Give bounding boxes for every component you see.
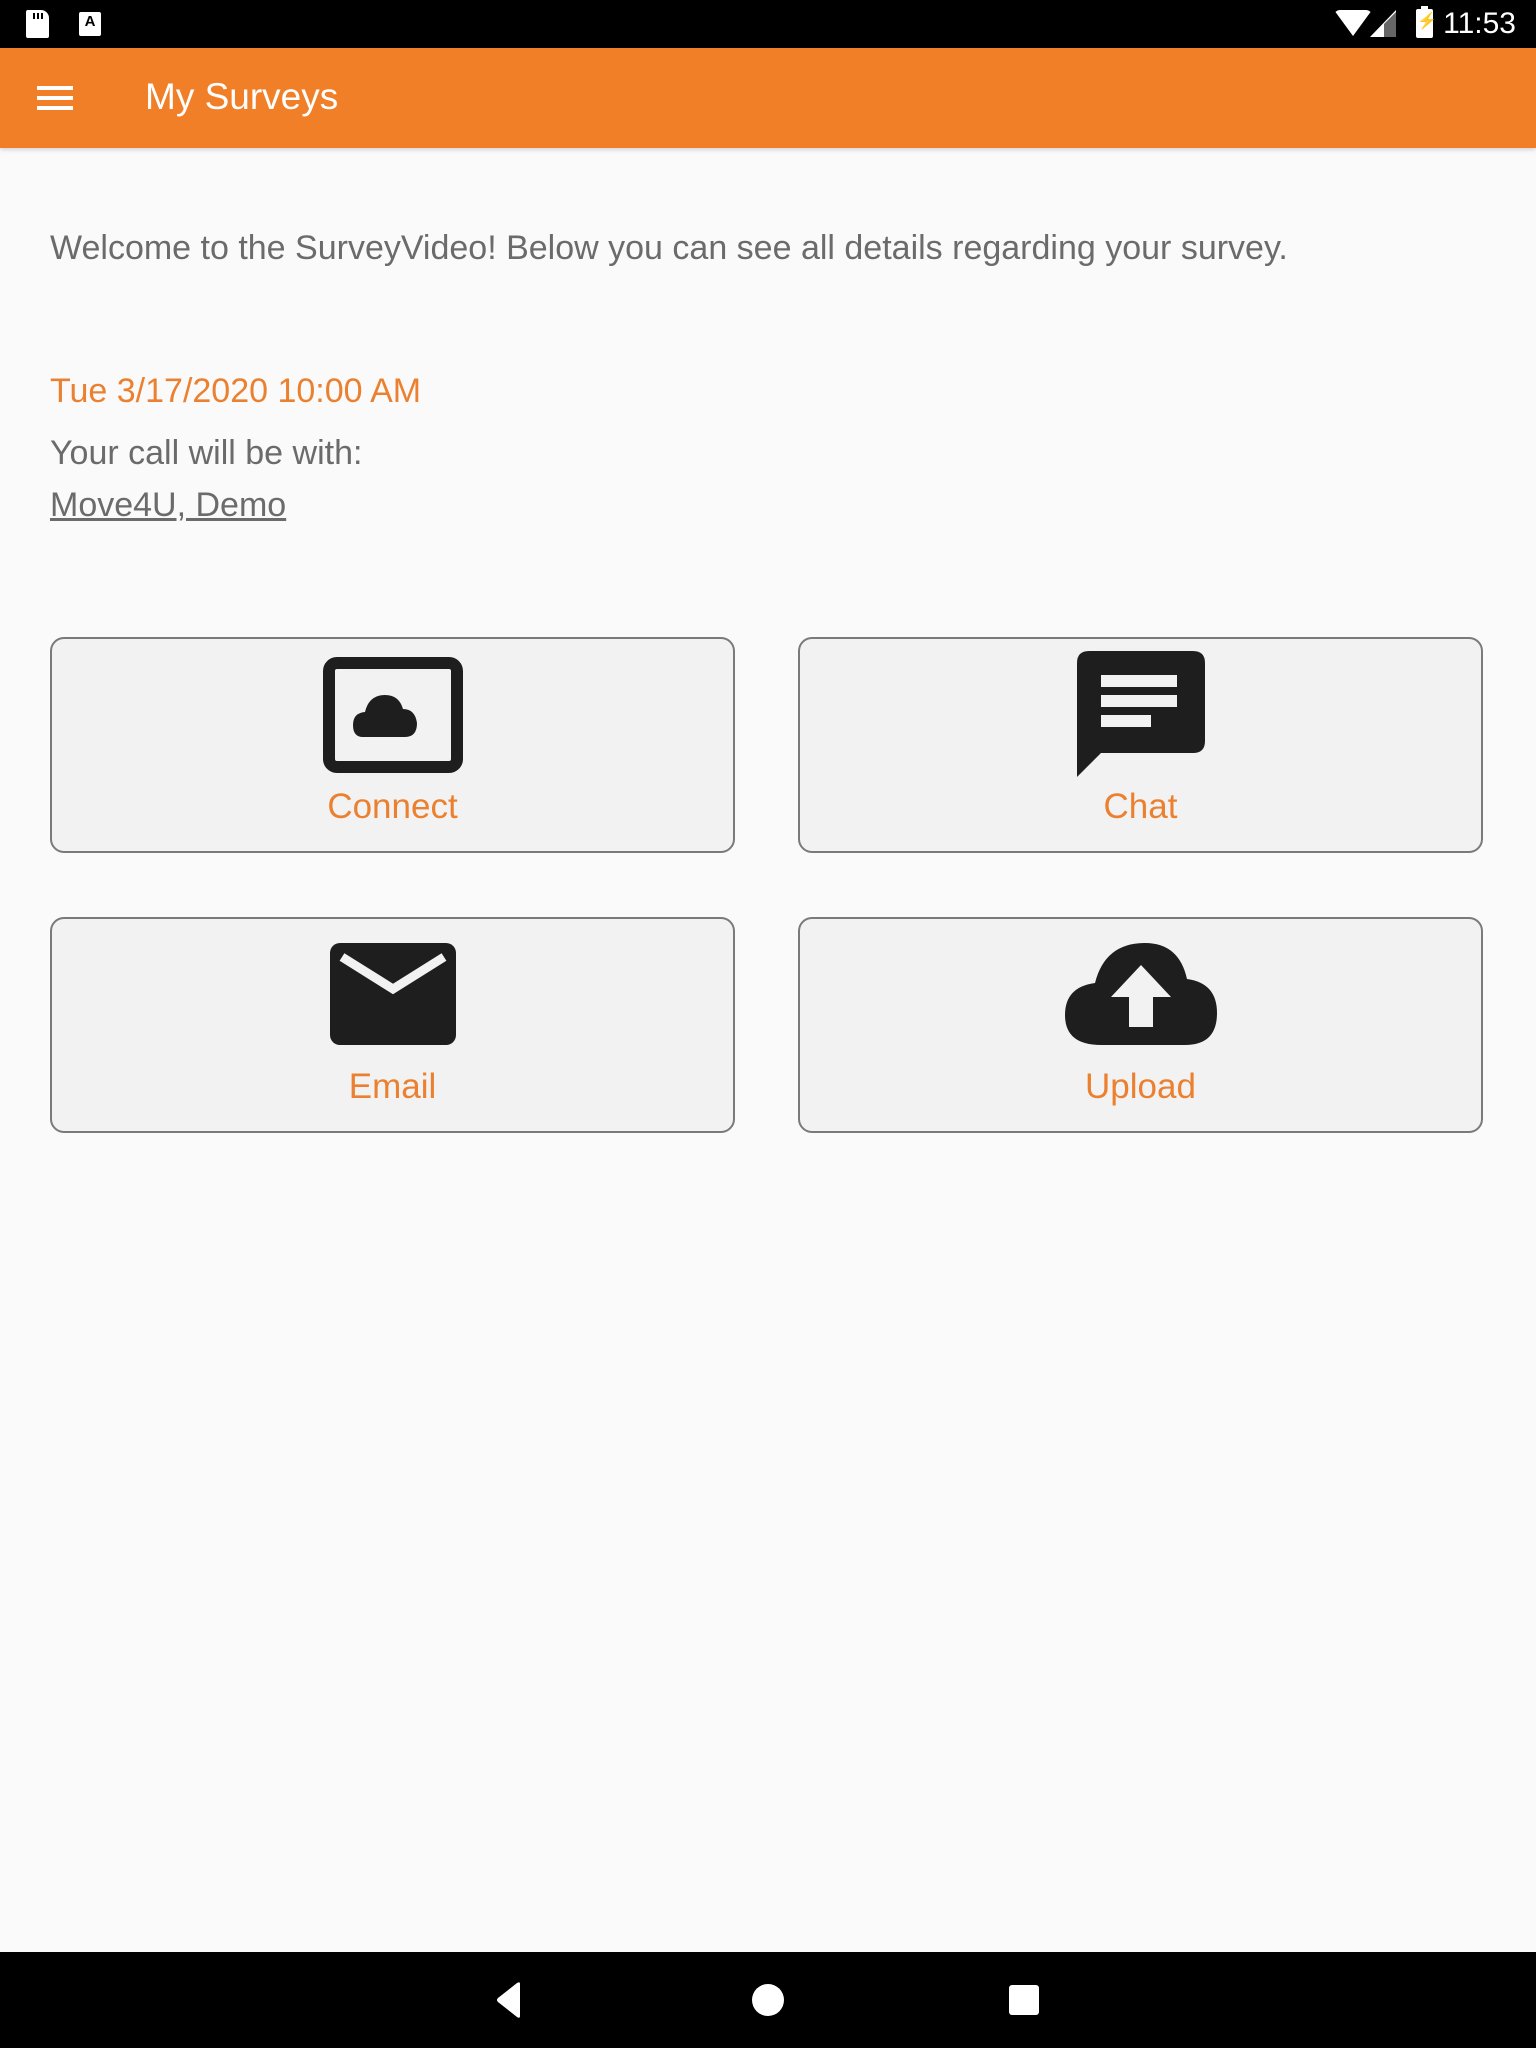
status-bar: A 11:53 — [0, 0, 1536, 48]
email-label: Email — [348, 1067, 437, 1106]
back-icon[interactable] — [478, 1972, 542, 2028]
system-nav-bar — [0, 1952, 1536, 2048]
recent-apps-icon[interactable] — [992, 1972, 1056, 2028]
chat-label: Chat — [1103, 787, 1178, 826]
battery-charging-icon — [1416, 6, 1437, 38]
home-icon[interactable] — [736, 1972, 800, 2028]
survey-date: Tue 3/17/2020 10:00 AM — [50, 372, 422, 410]
status-time: 11:53 — [1443, 7, 1516, 40]
cloud-upload-icon — [1064, 943, 1217, 1045]
upload-button[interactable]: Upload — [798, 917, 1483, 1133]
connect-button[interactable]: Connect — [50, 637, 735, 853]
chat-bubble-icon — [1076, 651, 1205, 777]
chat-button[interactable]: Chat — [798, 637, 1483, 853]
email-button[interactable]: Email — [50, 917, 735, 1133]
accessibility-a-icon: A — [79, 12, 101, 36]
call-with-label: Your call will be with: — [50, 434, 363, 472]
sd-card-icon — [26, 10, 49, 38]
upload-label: Upload — [1085, 1067, 1196, 1106]
cell-signal-icon — [1370, 10, 1396, 37]
wifi-icon — [1334, 10, 1372, 36]
welcome-text: Welcome to the SurveyVideo! Below you ca… — [50, 229, 1288, 267]
connect-label: Connect — [327, 787, 458, 826]
contact-link[interactable]: Move4U, Demo — [50, 482, 286, 528]
app-bar: My Surveys — [0, 48, 1536, 148]
page-title: My Surveys — [145, 76, 339, 117]
hamburger-menu-icon[interactable] — [22, 68, 88, 128]
video-cloud-icon — [322, 657, 463, 773]
envelope-icon — [329, 943, 456, 1045]
